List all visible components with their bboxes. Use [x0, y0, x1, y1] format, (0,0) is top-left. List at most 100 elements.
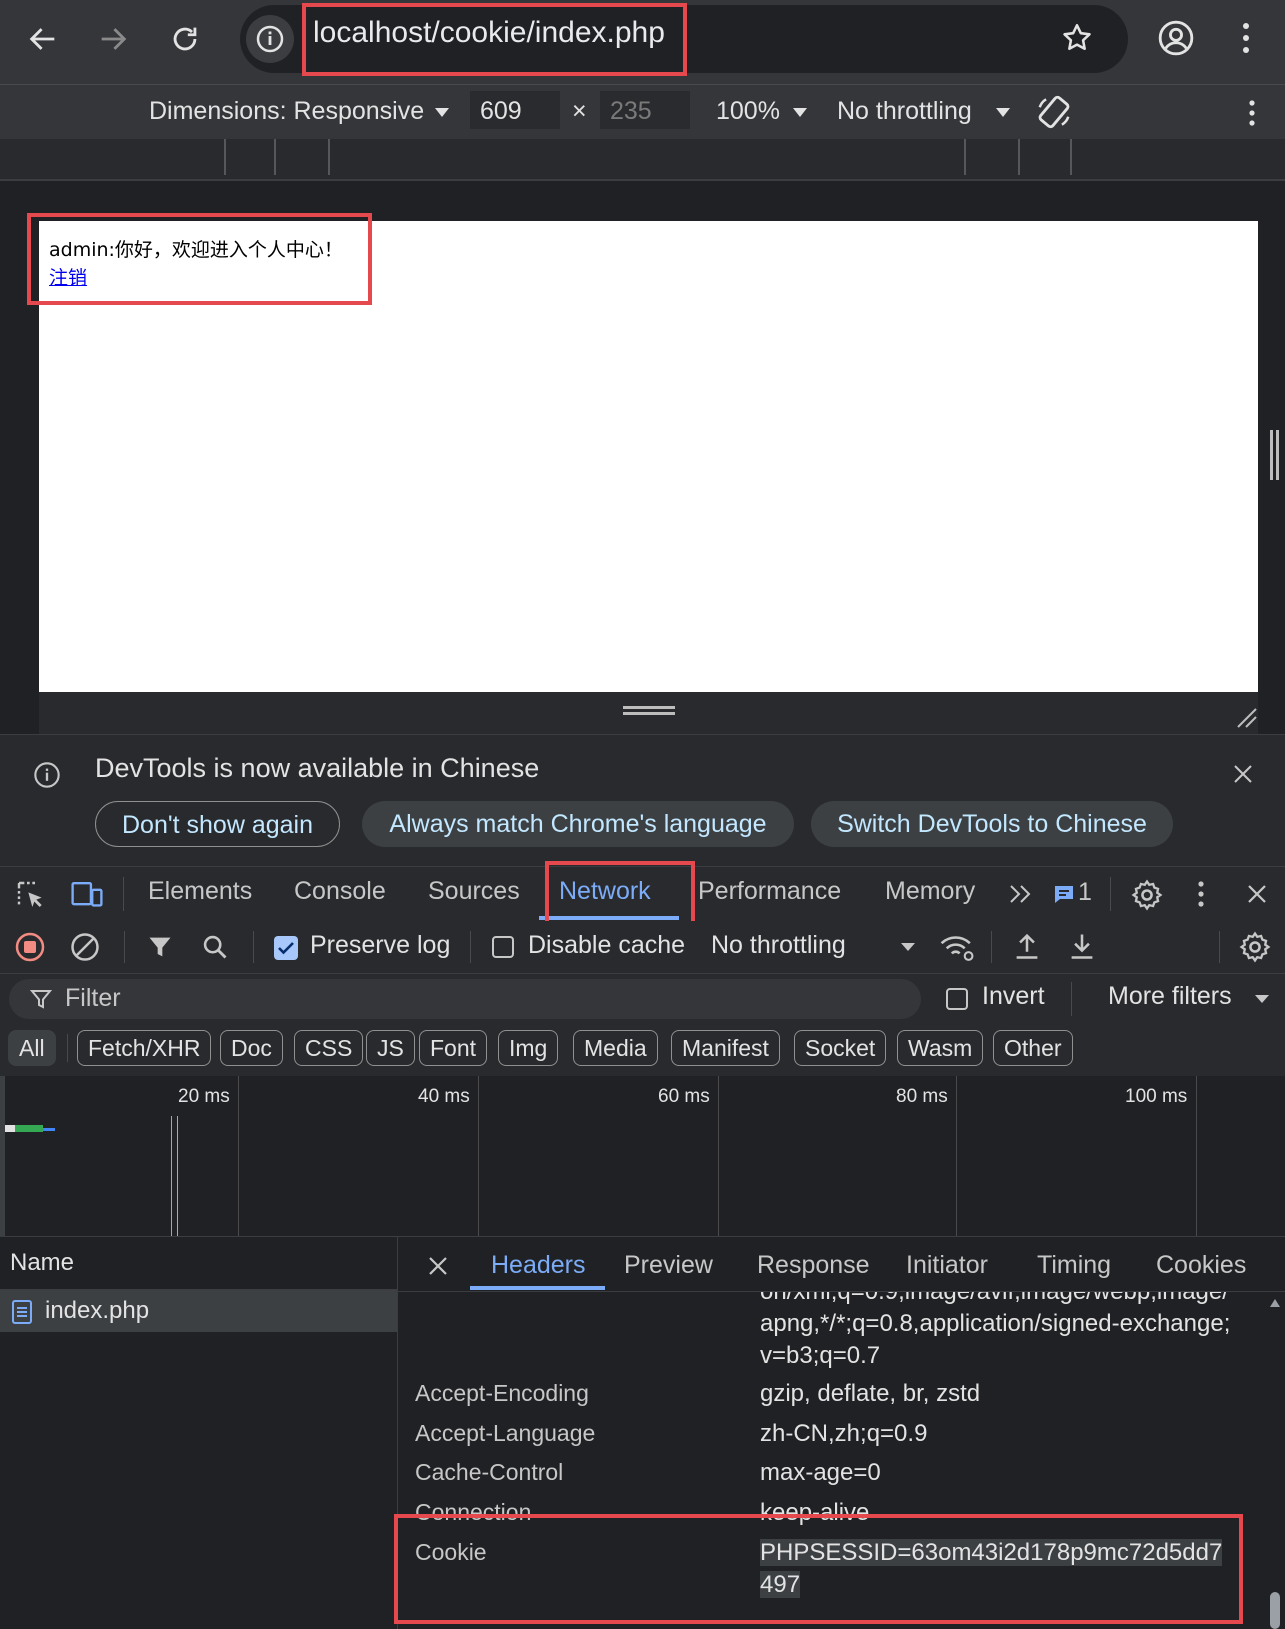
request-bar-waiting: [5, 1125, 15, 1132]
tab-divider: [123, 877, 124, 911]
network-throttling-dropdown[interactable]: No throttling: [711, 931, 846, 960]
timeline-gridline: [1196, 1076, 1197, 1236]
toolbar-divider: [253, 931, 254, 963]
request-name[interactable]: index.php: [45, 1297, 149, 1325]
header-name: Accept-Language: [415, 1420, 596, 1446]
preserve-log-checkbox[interactable]: [274, 936, 298, 960]
width-input[interactable]: 609: [480, 97, 522, 126]
preserve-log-label[interactable]: Preserve log: [310, 931, 450, 960]
clear-icon[interactable]: [70, 932, 100, 962]
close-devtools-icon[interactable]: [1246, 883, 1268, 905]
details-tab-response[interactable]: Response: [757, 1251, 870, 1280]
tab-sources[interactable]: Sources: [428, 877, 520, 906]
ruler-mark: [1070, 139, 1072, 175]
type-filter-all[interactable]: All: [8, 1030, 56, 1066]
devtools-menu-icon[interactable]: [1196, 879, 1206, 909]
details-tab-cookies[interactable]: Cookies: [1156, 1251, 1246, 1280]
toolbar-divider: [124, 931, 125, 963]
always-match-language-button[interactable]: Always match Chrome's language: [362, 801, 794, 847]
url-highlight-box: [302, 3, 687, 76]
details-tab-headers[interactable]: Headers: [491, 1251, 586, 1280]
throttling-caret-icon[interactable]: [995, 107, 1011, 119]
record-stop-icon[interactable]: [15, 932, 45, 962]
more-tabs-icon[interactable]: [1008, 882, 1034, 906]
network-overview[interactable]: 20 ms 40 ms 60 ms 80 ms 100 ms: [0, 1076, 1285, 1236]
switch-to-chinese-button[interactable]: Switch DevTools to Chinese: [811, 801, 1173, 847]
network-toolbar: Preserve log Disable cache No throttling: [0, 921, 1285, 974]
name-column-header[interactable]: Name: [10, 1249, 74, 1277]
site-info-icon[interactable]: [246, 15, 294, 63]
side-resize-handle[interactable]: [1276, 430, 1279, 480]
forward-arrow-icon[interactable]: [96, 22, 130, 56]
back-arrow-icon[interactable]: [26, 22, 60, 56]
tab-performance[interactable]: Performance: [698, 877, 841, 906]
rotate-icon[interactable]: [1035, 93, 1073, 131]
type-filter-doc[interactable]: Doc: [220, 1030, 283, 1066]
reload-icon[interactable]: [168, 22, 202, 56]
network-throttling-caret-icon[interactable]: [900, 942, 916, 952]
type-filter-wasm[interactable]: Wasm: [897, 1030, 984, 1066]
device-toolbar-menu-icon[interactable]: [1247, 98, 1257, 128]
request-row[interactable]: index.php: [0, 1290, 397, 1332]
ruler-mark: [224, 139, 226, 175]
device-throttling-dropdown[interactable]: No throttling: [837, 97, 972, 126]
infobar-close-icon[interactable]: [1232, 763, 1254, 785]
zoom-dropdown[interactable]: 100%: [716, 97, 780, 126]
side-resize-handle[interactable]: [1270, 430, 1273, 480]
issues-icon[interactable]: [1052, 883, 1076, 907]
type-filter-img[interactable]: Img: [498, 1030, 559, 1066]
timeline-label: 60 ms: [658, 1086, 710, 1107]
type-filter-socket[interactable]: Socket: [794, 1030, 887, 1066]
device-mode-icon[interactable]: [70, 879, 104, 911]
overview-left-handle[interactable]: [0, 1076, 5, 1236]
height-input[interactable]: 235: [610, 97, 652, 126]
dimensions-caret-icon[interactable]: [434, 107, 450, 119]
type-filter-js[interactable]: JS: [366, 1030, 415, 1066]
resize-handle-line[interactable]: [623, 706, 675, 709]
import-har-icon[interactable]: [1013, 931, 1041, 961]
details-tab-initiator[interactable]: Initiator: [906, 1251, 988, 1280]
type-filter-fetch-xhr[interactable]: Fetch/XHR: [77, 1030, 212, 1066]
corner-resize-icon[interactable]: [1235, 706, 1257, 728]
close-details-icon[interactable]: [427, 1255, 449, 1277]
filter-input[interactable]: Filter: [9, 979, 921, 1019]
settings-gear-icon[interactable]: [1130, 878, 1164, 912]
tab-memory[interactable]: Memory: [885, 877, 975, 906]
type-filter-manifest[interactable]: Manifest: [671, 1030, 780, 1066]
type-filter-media[interactable]: Media: [573, 1030, 658, 1066]
disable-cache-label[interactable]: Disable cache: [528, 931, 685, 960]
profile-icon[interactable]: [1157, 19, 1195, 57]
browser-menu-icon[interactable]: [1240, 20, 1252, 56]
scroll-thumb[interactable]: [1270, 1592, 1280, 1629]
type-filter-css[interactable]: CSS: [294, 1030, 364, 1066]
bookmark-star-icon[interactable]: [1060, 21, 1094, 55]
invert-label[interactable]: Invert: [982, 982, 1045, 1011]
resize-handle-line[interactable]: [623, 712, 675, 715]
details-tab-timing[interactable]: Timing: [1037, 1251, 1111, 1280]
details-tab-preview[interactable]: Preview: [624, 1251, 713, 1280]
inspect-element-icon[interactable]: [15, 879, 47, 911]
disable-cache-checkbox[interactable]: [492, 936, 514, 958]
network-settings-icon[interactable]: [1238, 930, 1272, 964]
more-filters-dropdown[interactable]: More filters: [1108, 982, 1232, 1011]
tab-elements[interactable]: Elements: [148, 877, 252, 906]
dimensions-dropdown[interactable]: Dimensions: Responsive: [149, 97, 424, 126]
details-scrollbar[interactable]: [1265, 1292, 1285, 1629]
type-filter-font[interactable]: Font: [419, 1030, 488, 1066]
height-input-box[interactable]: 235: [600, 91, 690, 129]
filter-placeholder[interactable]: Filter: [65, 984, 121, 1013]
invert-checkbox[interactable]: [946, 988, 968, 1010]
media-query-ruler[interactable]: [0, 139, 1285, 181]
filter-funnel-icon[interactable]: [146, 933, 174, 961]
issues-count[interactable]: 1: [1078, 878, 1092, 907]
width-input-box[interactable]: 609: [470, 91, 560, 129]
scroll-up-icon[interactable]: [1269, 1298, 1281, 1308]
export-har-icon[interactable]: [1068, 931, 1096, 961]
network-conditions-icon[interactable]: [939, 931, 975, 963]
tab-console[interactable]: Console: [294, 877, 386, 906]
zoom-caret-icon[interactable]: [792, 107, 808, 119]
search-icon[interactable]: [201, 933, 229, 961]
type-filter-other[interactable]: Other: [993, 1030, 1073, 1066]
more-filters-caret-icon[interactable]: [1254, 994, 1270, 1004]
dont-show-again-button[interactable]: Don't show again: [95, 801, 340, 847]
